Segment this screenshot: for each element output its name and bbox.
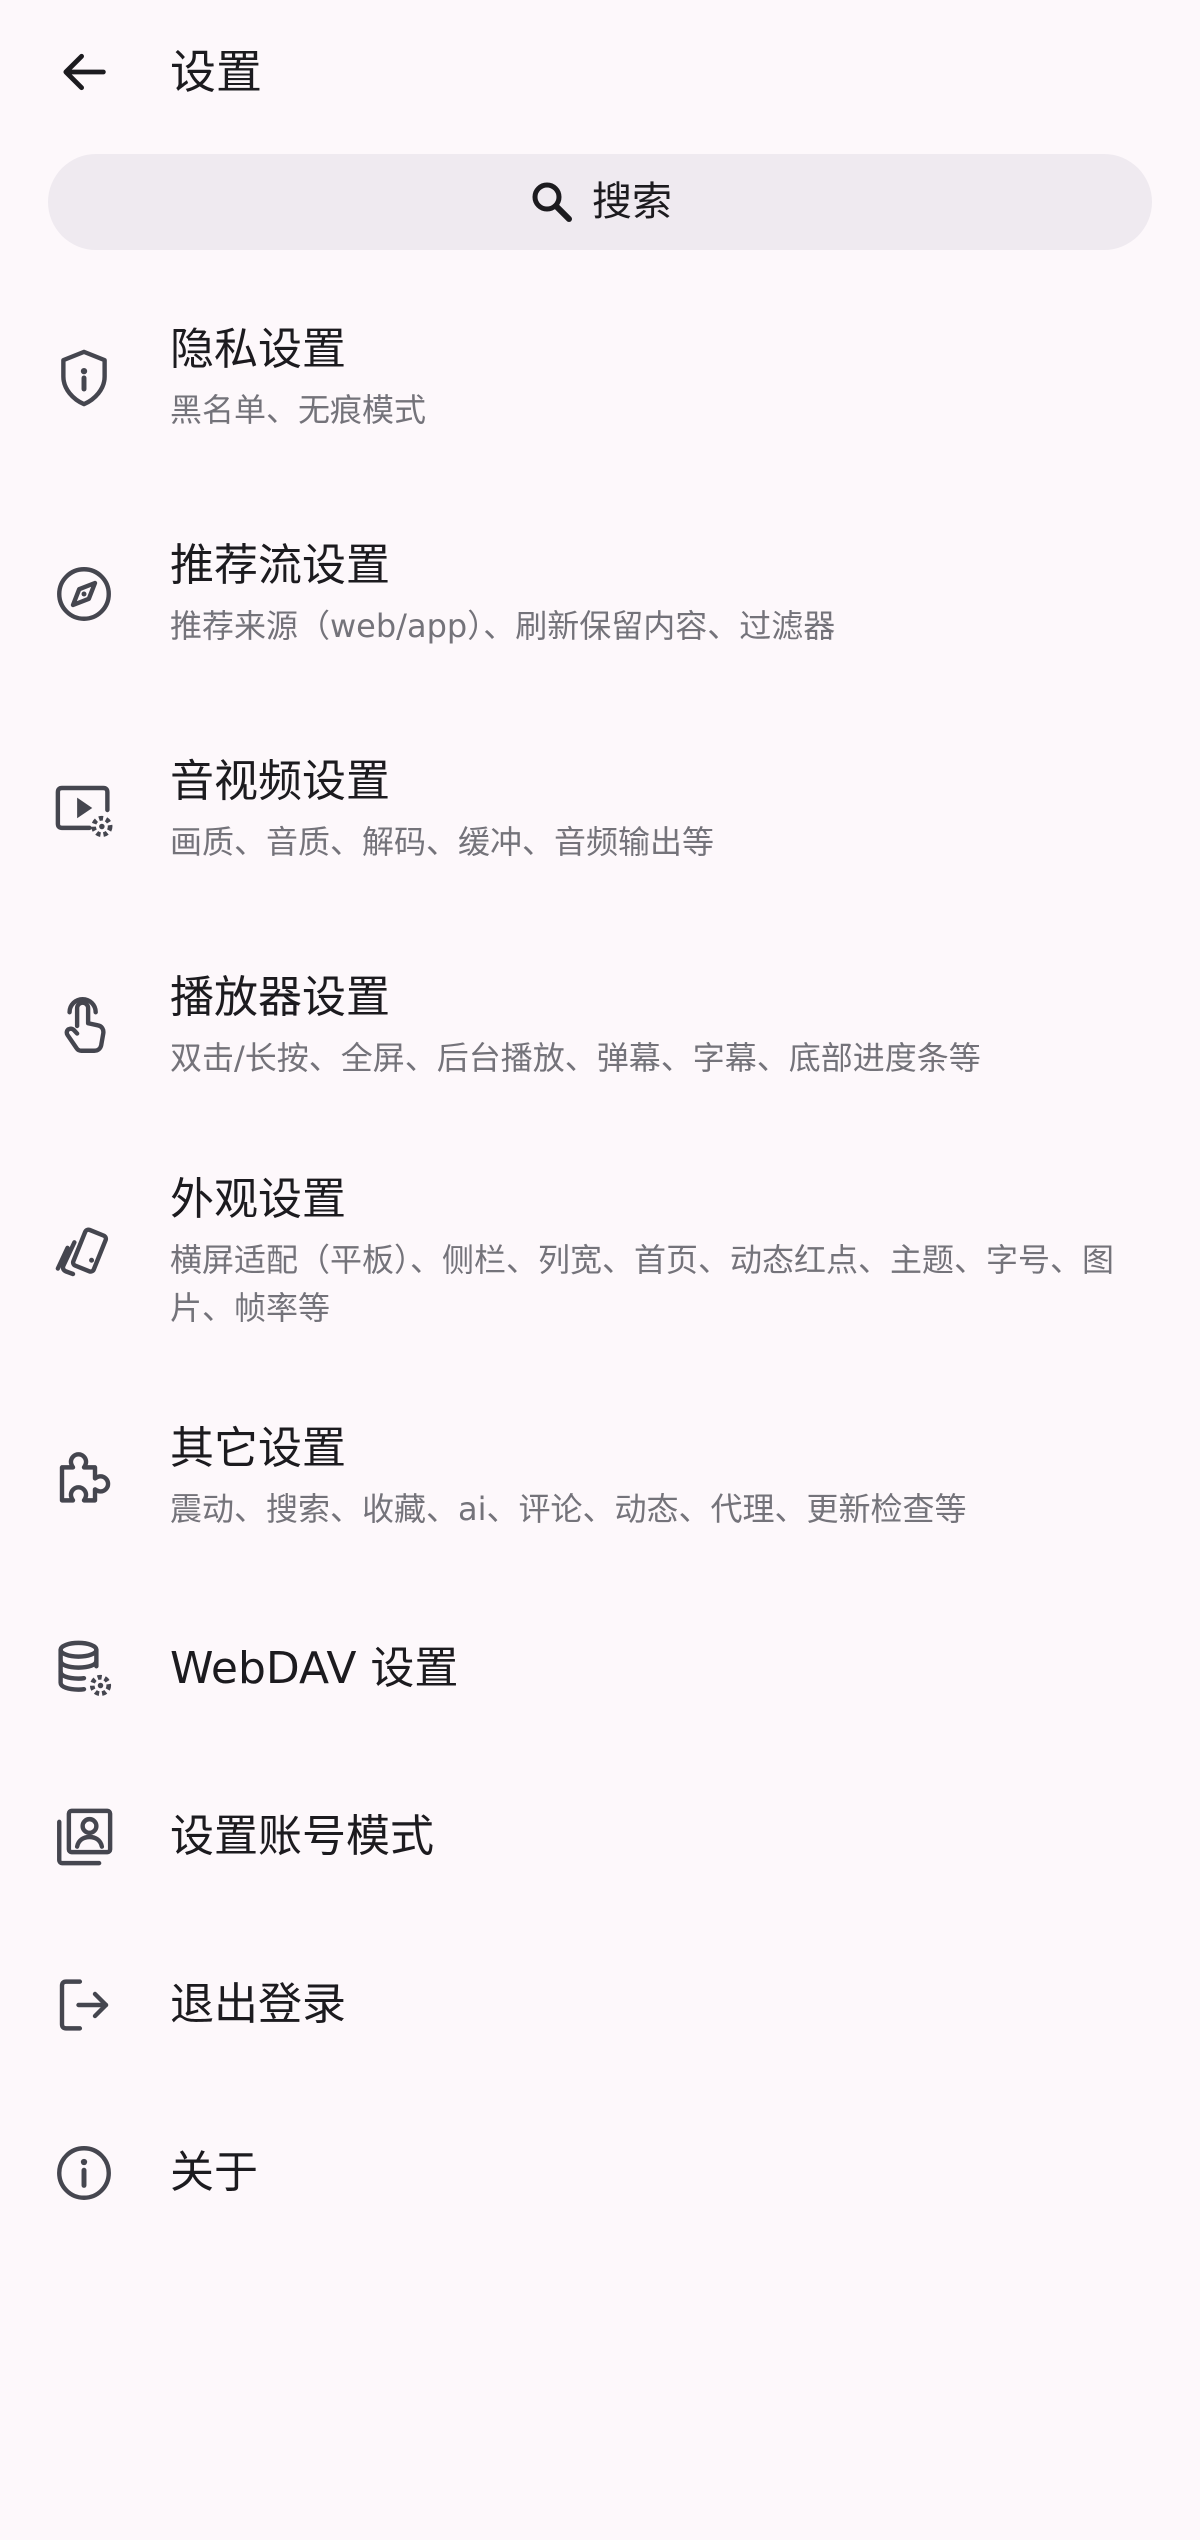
palette-cards-icon [48, 1216, 120, 1288]
item-title: 隐私设置 [170, 324, 346, 375]
item-subtitle: 震动、搜索、收藏、ai、评论、动态、代理、更新检查等 [170, 1490, 967, 1528]
settings-screen: 设置 搜索 隐私设置 黑名单、无痕模式 推荐流设置 推荐来源（web/app）、… [0, 0, 1200, 2540]
logout-icon [48, 1969, 120, 2041]
appearance-settings-item[interactable]: 外观设置 横屏适配（平板）、侧栏、列宽、首页、动态红点、主题、字号、图片、帧率等 [0, 1134, 1200, 1369]
item-subtitle: 双击/长按、全屏、后台播放、弹幕、字幕、底部进度条等 [170, 1039, 981, 1077]
item-title: 关于 [170, 2147, 258, 2198]
item-title: 播放器设置 [170, 972, 390, 1023]
account-box-icon [48, 1801, 120, 1873]
item-title: WebDAV 设置 [170, 1643, 459, 1694]
back-button[interactable] [40, 28, 128, 116]
item-title: 其它设置 [170, 1423, 346, 1474]
settings-list: 隐私设置 黑名单、无痕模式 推荐流设置 推荐来源（web/app）、刷新保留内容… [0, 270, 1200, 2257]
item-title: 外观设置 [170, 1173, 346, 1225]
item-title: 推荐流设置 [170, 540, 390, 591]
other-settings-item[interactable]: 其它设置 震动、搜索、收藏、ai、评论、动态、代理、更新检查等 [0, 1369, 1200, 1585]
search-bar[interactable]: 搜索 [48, 154, 1152, 250]
info-icon [48, 2137, 120, 2209]
item-subtitle: 画质、音质、解码、缓冲、音频输出等 [170, 823, 715, 861]
compass-icon [48, 558, 120, 630]
player-settings-item[interactable]: 播放器设置 双击/长按、全屏、后台播放、弹幕、字幕、底部进度条等 [0, 918, 1200, 1134]
item-subtitle: 推荐来源（web/app）、刷新保留内容、过滤器 [170, 607, 836, 645]
puzzle-icon [48, 1441, 120, 1513]
item-subtitle: 横屏适配（平板）、侧栏、列宽、首页、动态红点、主题、字号、图片、帧率等 [170, 1240, 1115, 1327]
touch-icon [48, 990, 120, 1062]
logout-item[interactable]: 退出登录 [0, 1921, 1200, 2089]
privacy-settings-item[interactable]: 隐私设置 黑名单、无痕模式 [0, 270, 1200, 486]
item-title: 设置账号模式 [170, 1811, 434, 1862]
webdav-settings-item[interactable]: WebDAV 设置 [0, 1585, 1200, 1753]
search-label: 搜索 [592, 179, 672, 225]
audio-video-settings-item[interactable]: 音视频设置 画质、音质、解码、缓冲、音频输出等 [0, 702, 1200, 918]
search-icon [532, 182, 572, 222]
shield-icon [48, 342, 120, 414]
account-mode-item[interactable]: 设置账号模式 [0, 1753, 1200, 1921]
top-app-bar: 设置 [0, 0, 1200, 145]
page-title: 设置 [170, 45, 262, 99]
about-item[interactable]: 关于 [0, 2089, 1200, 2257]
database-settings-icon [48, 1633, 120, 1705]
item-title: 音视频设置 [170, 756, 390, 807]
arrow-back-icon [63, 53, 106, 91]
item-title: 退出登录 [170, 1979, 346, 2030]
feed-settings-item[interactable]: 推荐流设置 推荐来源（web/app）、刷新保留内容、过滤器 [0, 486, 1200, 702]
item-subtitle: 黑名单、无痕模式 [170, 391, 427, 429]
video-settings-icon [48, 774, 120, 846]
